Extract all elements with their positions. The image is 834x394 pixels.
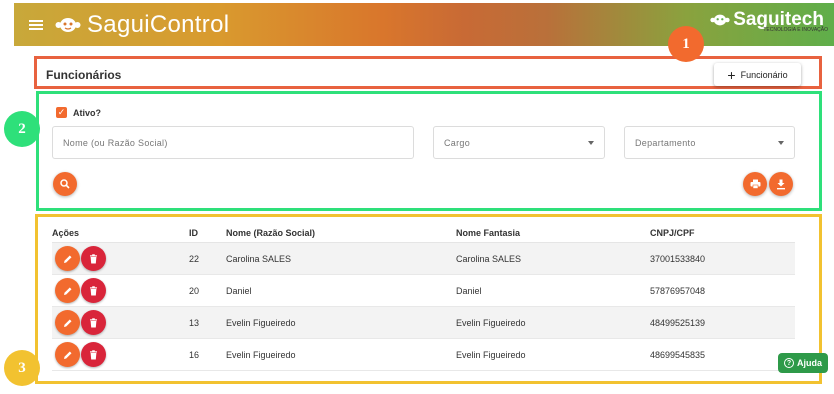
table-row: 16 Evelin Figueiredo Evelin Figueiredo 4…	[52, 339, 795, 371]
help-label: Ajuda	[796, 358, 822, 368]
annotation-badge-2: 2	[4, 111, 40, 147]
download-button[interactable]	[769, 172, 793, 196]
cell-fantasia: Carolina SALES	[456, 254, 522, 264]
cell-fantasia: Evelin Figueiredo	[456, 350, 526, 360]
cell-cnpj: 48699545835	[650, 350, 706, 360]
edit-button[interactable]	[55, 310, 80, 335]
cargo-placeholder: Cargo	[444, 137, 471, 148]
pencil-icon	[63, 287, 71, 295]
print-icon	[750, 179, 760, 189]
table-row: 13 Evelin Figueiredo Evelin Figueiredo 4…	[52, 307, 795, 339]
col-fantasia[interactable]: Nome Fantasia	[456, 228, 520, 238]
app-title: SaguiControl	[87, 10, 230, 38]
trash-icon	[90, 317, 97, 327]
cell-nome: Carolina SALES	[226, 254, 292, 264]
annotation-badge-1: 1	[668, 26, 704, 62]
help-button[interactable]: ? Ajuda	[778, 353, 828, 373]
delete-button[interactable]	[81, 310, 106, 335]
edit-button[interactable]	[55, 246, 80, 271]
cell-nome: Daniel	[226, 286, 252, 296]
delete-button[interactable]	[81, 342, 106, 367]
name-placeholder: Nome (ou Razão Social)	[63, 137, 168, 148]
app-logo[interactable]: SaguiControl	[55, 11, 229, 39]
col-cnpj[interactable]: CNPJ/CPF	[650, 228, 695, 238]
help-icon: ?	[783, 358, 794, 368]
edit-button[interactable]	[55, 278, 80, 303]
add-employee-button[interactable]: + Funcionário	[714, 63, 801, 86]
active-filter[interactable]: ✓ Ativo?	[56, 107, 101, 118]
cell-nome: Evelin Figueiredo	[226, 318, 296, 328]
cargo-select[interactable]: Cargo	[433, 126, 605, 159]
hamburger-menu-icon[interactable]	[29, 19, 43, 30]
cell-cnpj: 48499525139	[650, 318, 706, 328]
add-employee-label: Funcionário	[740, 69, 788, 80]
col-acoes: Ações	[52, 228, 80, 238]
app-header: SaguiControl Saguitech TECNOLOGIA E INOV…	[14, 3, 834, 46]
cell-id: 13	[189, 318, 200, 328]
annotation-box-1	[34, 56, 822, 89]
page-title: Funcionários	[46, 68, 122, 82]
search-icon	[60, 179, 70, 189]
cell-fantasia: Daniel	[456, 286, 482, 296]
name-input[interactable]: Nome (ou Razão Social)	[52, 126, 414, 159]
table-row: 22 Carolina SALES Carolina SALES 3700153…	[52, 243, 795, 275]
trash-icon	[90, 253, 97, 263]
col-id[interactable]: ID	[189, 228, 198, 238]
active-label: Ativo?	[73, 107, 101, 118]
plus-icon: +	[727, 66, 736, 83]
print-button[interactable]	[743, 172, 767, 196]
cell-fantasia: Evelin Figueiredo	[456, 318, 526, 328]
monkey-logo-icon	[55, 17, 81, 32]
edit-button[interactable]	[55, 342, 80, 367]
table-header: Ações ID Nome (Razão Social) Nome Fantas…	[52, 223, 795, 243]
pencil-icon	[63, 351, 71, 359]
annotation-badge-3: 3	[4, 350, 40, 386]
cell-id: 22	[189, 254, 200, 264]
chevron-down-icon	[588, 141, 594, 145]
col-nome[interactable]: Nome (Razão Social)	[226, 228, 315, 238]
pencil-icon	[63, 319, 71, 327]
cell-id: 20	[189, 286, 200, 296]
cell-id: 16	[189, 350, 200, 360]
cell-nome: Evelin Figueiredo	[226, 350, 296, 360]
delete-button[interactable]	[81, 278, 106, 303]
departamento-select[interactable]: Departamento	[624, 126, 795, 159]
chevron-down-icon	[778, 141, 784, 145]
departamento-placeholder: Departamento	[635, 137, 696, 148]
brand-subtitle: TECNOLOGIA E INOVAÇÃO	[763, 27, 828, 33]
download-icon	[777, 179, 785, 189]
trash-icon	[90, 349, 97, 359]
cell-cnpj: 57876957048	[650, 286, 706, 296]
active-checkbox[interactable]: ✓	[56, 107, 67, 118]
cell-cnpj: 37001533840	[650, 254, 706, 264]
delete-button[interactable]	[81, 246, 106, 271]
search-button[interactable]	[53, 172, 77, 196]
monkey-brand-icon	[710, 14, 730, 26]
table-row: 20 Daniel Daniel 57876957048	[52, 275, 795, 307]
pencil-icon	[63, 255, 71, 263]
trash-icon	[90, 285, 97, 295]
